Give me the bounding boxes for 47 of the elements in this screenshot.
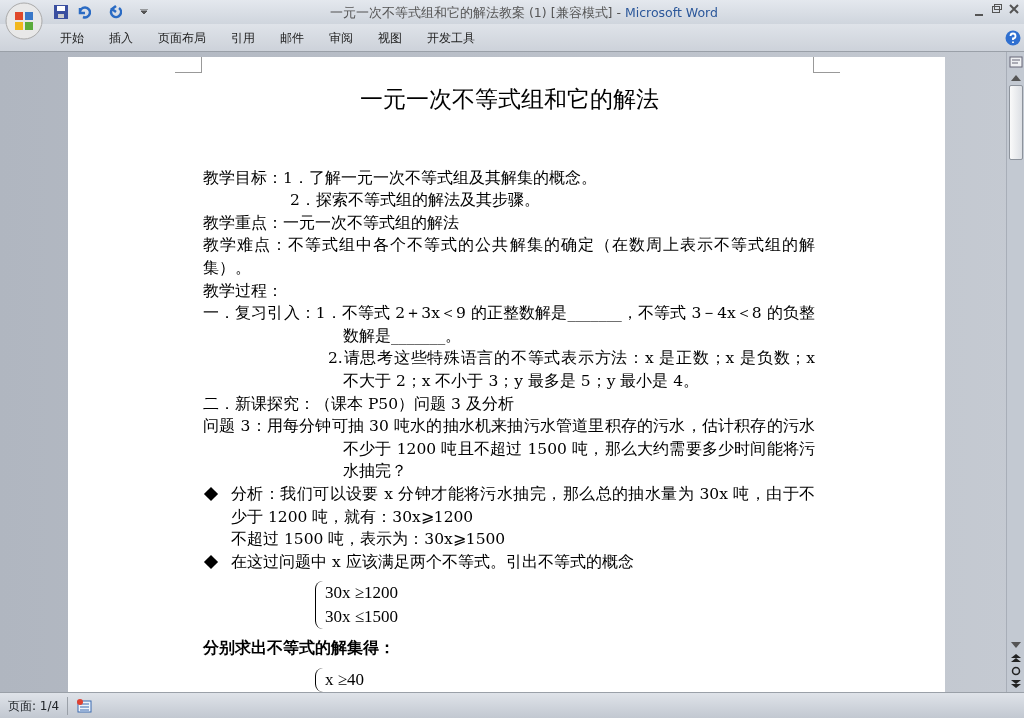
- crop-mark: [813, 57, 840, 73]
- previous-page-icon[interactable]: [1010, 654, 1021, 662]
- paragraph: 2．探索不等式组的解法及其步骤。: [289, 190, 541, 212]
- paragraph: 教学难点：不等式组中各个不等式的公共解集的确定（在数周上表示不等式组的解集）。: [203, 235, 815, 279]
- ribbon-tab[interactable]: 开始: [60, 24, 84, 51]
- heading: 分别求出不等式的解集得：: [203, 637, 396, 660]
- paragraph: 二．新课探究：（课本 P50）问题 3 及分析: [203, 393, 515, 415]
- paragraph: 教学过程：: [203, 280, 284, 302]
- ribbon-tab[interactable]: 插入: [109, 24, 133, 51]
- app-name: Microsoft Word: [624, 5, 718, 20]
- proofing-icon[interactable]: [76, 698, 93, 713]
- browse-object-icon[interactable]: [1010, 666, 1021, 676]
- ribbon-tab[interactable]: 审阅: [329, 24, 353, 51]
- paragraph: 在这过问题中 x 应该满足两个不等式。引出不等式的概念: [231, 551, 634, 573]
- scroll-up-icon[interactable]: [1010, 75, 1021, 81]
- ribbon-tab[interactable]: 视图: [378, 24, 402, 51]
- paragraph: 问题 3：用每分钟可抽 30 吨水的抽水机来抽污水管道里积存的污水，估计积存的污水不少于 1200 吨且不超过 1500 吨，那么大约需要多少时间能将污水抽完？: [203, 416, 815, 483]
- paragraph: 一．复习引入：1．不等式 2＋3x＜9 的正整数解是_______，不等式 3－4x＜8 的负整数解是_______。: [203, 303, 815, 347]
- title-separator: -: [616, 5, 621, 20]
- window-title: 一元一次不等式组和它的解法教案 (1) [兼容模式]: [330, 5, 613, 20]
- page-count[interactable]: 页面: 1/4: [0, 696, 69, 715]
- close-icon[interactable]: [1009, 4, 1019, 14]
- paragraph: 教学重点：一元一次不等式组的解法: [203, 212, 460, 234]
- inequality: x ≥40: [325, 668, 365, 691]
- redo-icon[interactable]: [108, 5, 122, 19]
- restore-icon[interactable]: [992, 4, 1002, 14]
- paragraph: 教学目标：1．了解一元一次不等式组及其解集的概念。: [203, 167, 598, 189]
- help-icon[interactable]: [1005, 30, 1021, 46]
- scroll-thumb[interactable]: [1008, 85, 1023, 160]
- ruler-icon[interactable]: [1008, 55, 1023, 69]
- crop-mark: [175, 57, 202, 73]
- document-title: 一元一次不等式组和它的解法: [358, 88, 660, 111]
- ribbon-tab[interactable]: 开发工具: [427, 24, 475, 51]
- paragraph: 分析：我们可以设要 x 分钟才能将污水抽完，那么总的抽水量为 30x 吨，由于不少于 1200 吨，就有：30x⩾1200: [231, 483, 815, 528]
- paragraph: 2.请思考这些特殊语言的不等式表示方法：x 是正数；x 是负数；x 不大于 2；x 不小于 3；y 最多是 5；y 最小是 4。: [327, 348, 815, 392]
- inequality: 30x ≤1500: [325, 606, 399, 629]
- vertical-scrollbar[interactable]: [1006, 52, 1024, 692]
- ribbon-tab[interactable]: 页面布局: [158, 24, 206, 51]
- save-icon[interactable]: [54, 5, 68, 19]
- next-page-icon[interactable]: [1010, 680, 1021, 688]
- customize-caret-icon[interactable]: [140, 9, 148, 15]
- paragraph: 不超过 1500 吨，表示为：30x⩾1500: [230, 529, 507, 551]
- undo-icon[interactable]: [77, 5, 91, 19]
- ribbon-tab[interactable]: 引用: [231, 24, 255, 51]
- ribbon-tab[interactable]: 邮件: [280, 24, 304, 51]
- inequality: 30x ≥1200: [325, 582, 399, 605]
- scroll-down-icon[interactable]: [1010, 642, 1021, 648]
